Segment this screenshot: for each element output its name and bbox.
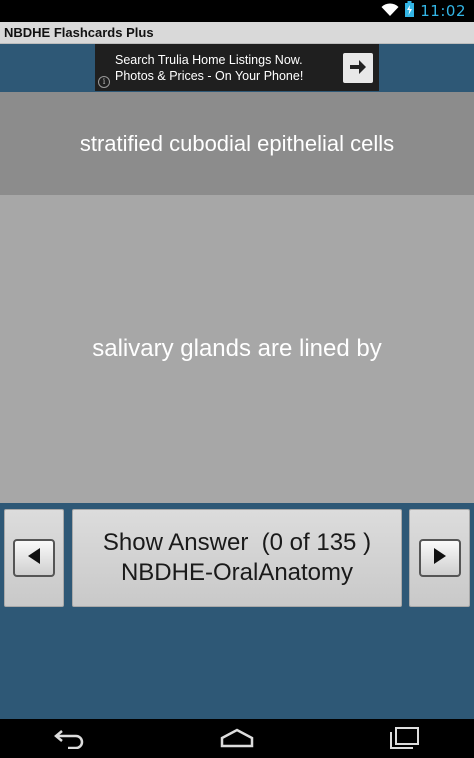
status-clock: 11:02 (420, 2, 466, 20)
app-title: NBDHE Flashcards Plus (0, 22, 474, 44)
arrow-box (13, 539, 55, 577)
question-panel[interactable]: salivary glands are lined by (0, 195, 474, 503)
back-icon[interactable] (52, 727, 88, 753)
show-answer-label: Show Answer (0 of 135 ) (102, 529, 372, 556)
ad-strip: Search Trulia Home Listings Now. Photos … (0, 44, 474, 92)
ad-banner[interactable]: Search Trulia Home Listings Now. Photos … (95, 44, 379, 91)
question-text: salivary glands are lined by (92, 335, 382, 362)
status-icons: 11:02 (381, 0, 466, 22)
home-icon[interactable] (219, 727, 255, 753)
show-answer-button[interactable]: Show Answer (0 of 135 ) NBDHE-OralAnatom… (72, 509, 402, 607)
previous-card-button[interactable] (4, 509, 64, 607)
answer-text: stratified cubodial epithelial cells (79, 130, 395, 156)
arrow-box (418, 539, 461, 577)
recents-icon[interactable] (388, 727, 420, 753)
battery-charging-icon (405, 1, 415, 21)
wifi-icon (381, 2, 399, 21)
ad-text: Search Trulia Home Listings Now. Photos … (115, 52, 303, 84)
controls-area: Show Answer (0 of 135 ) NBDHE-OralAnatom… (0, 503, 474, 719)
navigation-bar (0, 719, 474, 758)
info-icon[interactable]: i (98, 76, 110, 88)
status-bar: 11:02 (0, 0, 474, 22)
ad-line-2: Photos & Prices - On Your Phone! (115, 69, 304, 83)
ad-arrow-button[interactable] (343, 53, 373, 83)
deck-name: NBDHE-OralAnatomy (120, 559, 354, 586)
arrow-right-icon (349, 59, 367, 78)
ad-line-1: Search Trulia Home Listings Now. (115, 53, 303, 67)
triangle-left-icon (26, 547, 42, 569)
next-card-button[interactable] (409, 509, 470, 607)
answer-panel[interactable]: stratified cubodial epithelial cells (0, 92, 474, 195)
triangle-right-icon (432, 547, 448, 569)
